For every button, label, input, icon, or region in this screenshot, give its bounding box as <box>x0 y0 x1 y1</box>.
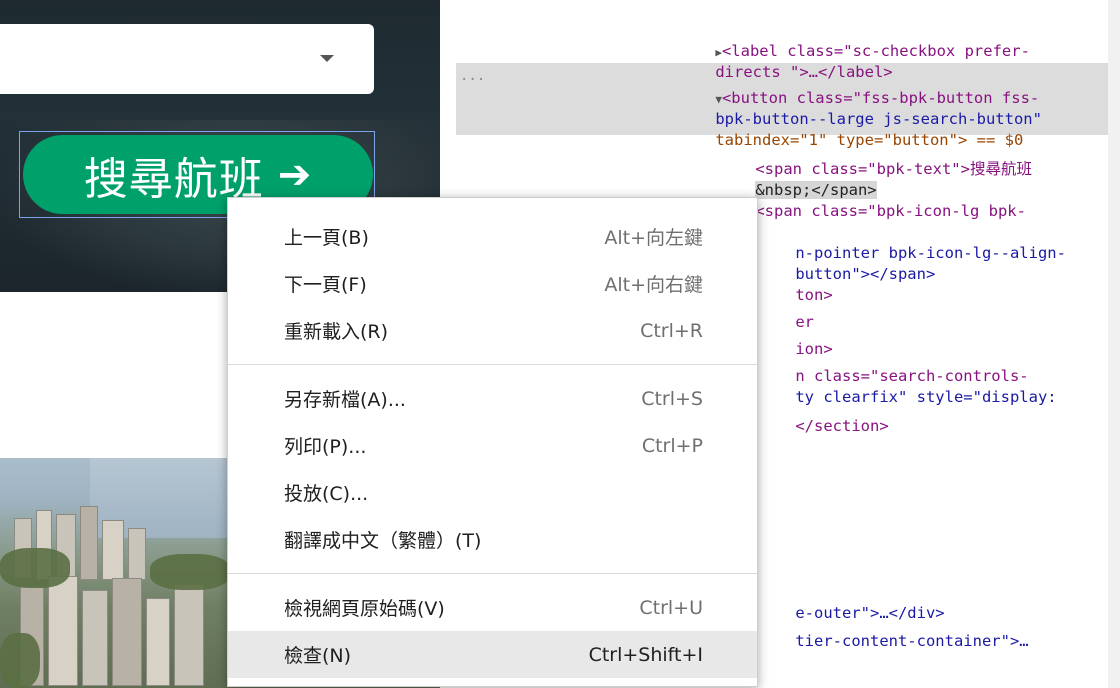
context-menu: 上一頁(B) Alt+向左鍵 下一頁(F) Alt+向右鍵 重新載入(R) Ct… <box>227 197 758 687</box>
menu-item-save-as[interactable]: 另存新檔(A)... Ctrl+S <box>228 375 757 422</box>
building <box>102 520 124 580</box>
menu-item-forward[interactable]: 下一頁(F) Alt+向右鍵 <box>228 260 757 307</box>
caret-down-icon <box>320 55 334 62</box>
menu-item-reload[interactable]: 重新載入(R) Ctrl+R <box>228 307 757 354</box>
menu-item-label: 投放(C)... <box>284 483 369 505</box>
menu-item-inspect[interactable]: 檢查(N) Ctrl+Shift+I <box>228 631 757 678</box>
building <box>48 576 78 686</box>
menu-item-shortcut: Ctrl+P <box>641 434 703 457</box>
building <box>112 578 142 686</box>
menu-item-shortcut: Ctrl+U <box>639 596 703 619</box>
menu-item-view-source[interactable]: 檢視網頁原始碼(V) Ctrl+U <box>228 584 757 631</box>
menu-item-label: 另存新檔(A)... <box>284 389 406 411</box>
building <box>128 528 146 580</box>
more-options-dots[interactable]: ··· <box>460 72 485 88</box>
building <box>82 590 108 686</box>
menu-item-label: 翻譯成中文（繁體）(T) <box>284 530 482 552</box>
code-text: <span class="bpk-icon-lg bpk- <box>755 202 1026 220</box>
devtools-scrollbar[interactable] <box>1108 0 1120 688</box>
menu-item-shortcut: Ctrl+Shift+I <box>588 643 703 666</box>
destination-dropdown[interactable] <box>0 24 374 94</box>
building <box>146 598 170 686</box>
menu-item-label: 檢查(N) <box>284 645 352 667</box>
greenery <box>150 554 230 590</box>
greenery <box>0 633 40 688</box>
building <box>174 584 204 686</box>
menu-item-shortcut: Alt+向右鍵 <box>604 274 703 296</box>
menu-separator <box>228 364 757 365</box>
menu-item-label: 下一頁(F) <box>284 274 367 296</box>
menu-item-label: 重新載入(R) <box>284 321 389 343</box>
greenery <box>0 548 70 588</box>
menu-item-label: 檢視網頁原始碼(V) <box>284 598 445 620</box>
building <box>80 506 98 580</box>
menu-item-label: 列印(P)... <box>284 436 367 458</box>
menu-item-shortcut: Alt+向左鍵 <box>604 227 703 249</box>
menu-item-shortcut: Ctrl+S <box>641 387 703 410</box>
menu-item-print[interactable]: 列印(P)... Ctrl+P <box>228 422 757 469</box>
menu-item-back[interactable]: 上一頁(B) Alt+向左鍵 <box>228 213 757 260</box>
menu-item-label: 上一頁(B) <box>284 227 369 249</box>
dom-node-line[interactable]: tier-content-container">… <box>758 610 1029 673</box>
menu-item-translate[interactable]: 翻譯成中文（繁體）(T) <box>228 516 757 563</box>
menu-item-cast[interactable]: 投放(C)... <box>228 469 757 516</box>
arrow-right-icon: ➔ <box>277 151 313 198</box>
menu-item-shortcut: Ctrl+R <box>640 319 703 342</box>
menu-separator <box>228 573 757 574</box>
code-text: tier-content-container">… <box>795 632 1029 650</box>
dom-node-line[interactable]: </section> <box>758 395 889 458</box>
code-text: </section> <box>795 417 889 435</box>
